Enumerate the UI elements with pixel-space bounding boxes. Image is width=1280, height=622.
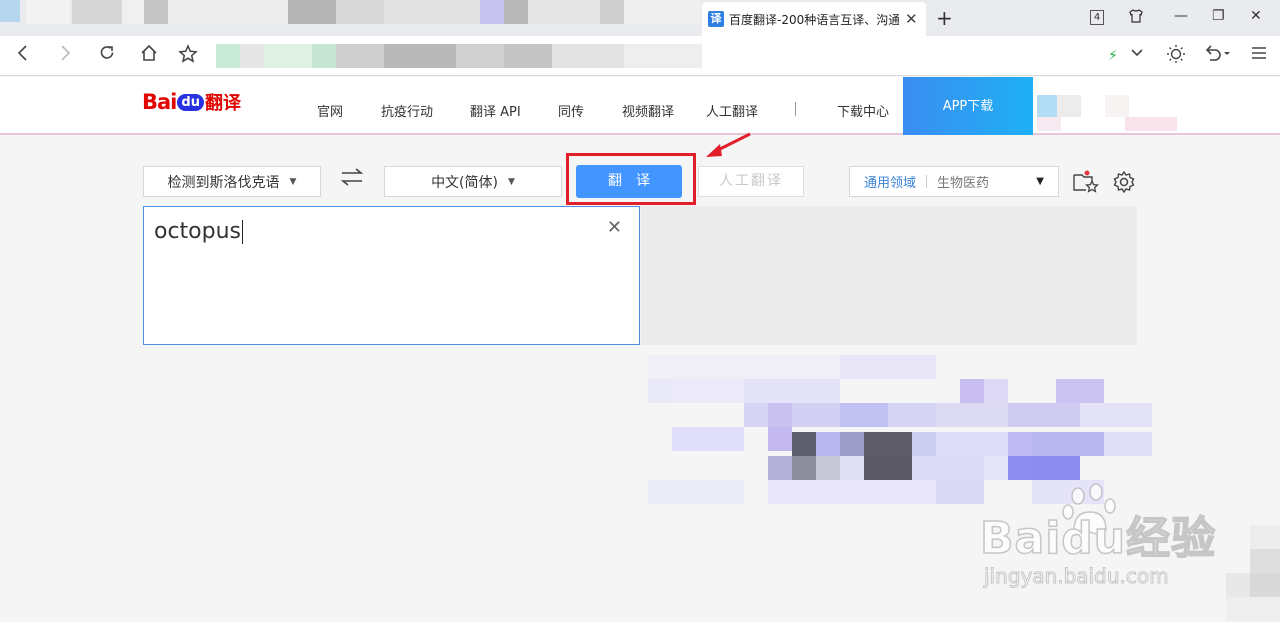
nav-link-official[interactable]: 官网 (317, 101, 343, 120)
theme-icon[interactable] (1166, 44, 1186, 69)
minimize-icon[interactable]: — (1174, 8, 1188, 24)
back-icon[interactable] (14, 44, 32, 67)
swap-languages-icon[interactable] (340, 167, 364, 193)
blurred-corner (1226, 525, 1280, 622)
forward-icon[interactable] (56, 44, 74, 67)
site-header: Bai du 翻译 官网 抗疫行动 翻译 API 同传 视频翻译 人工翻译 下载… (0, 77, 1280, 135)
chevron-down-icon[interactable] (1130, 46, 1144, 64)
translation-output (641, 206, 1137, 345)
settings-gear-icon[interactable] (1112, 170, 1136, 194)
caret-down-icon: ▼ (289, 176, 297, 187)
watermark-brand: Baidu经验 (979, 512, 1217, 565)
browser-tab-bar: 译 百度翻译-200种语言互译、沟通 ✕ + 4 — ❐ ✕ (0, 0, 1280, 36)
domain-general[interactable]: 通用领域 (864, 172, 916, 191)
nav-link-human[interactable]: 人工翻译 (706, 101, 758, 120)
new-tab-icon[interactable]: + (936, 6, 953, 30)
reload-icon[interactable] (98, 44, 116, 67)
nav-divider (795, 102, 796, 116)
nav-link-download[interactable]: 下载中心 (837, 101, 889, 120)
undo-icon[interactable] (1204, 44, 1230, 67)
home-icon[interactable] (140, 44, 158, 67)
target-language-label: 中文(简体) (431, 174, 498, 191)
source-language-select[interactable]: 检测到斯洛伐克语 ▼ (143, 166, 321, 197)
blurred-user-area (1037, 95, 1177, 135)
annotation-highlight-box (566, 153, 696, 205)
blurred-tabs (0, 0, 700, 36)
shirt-icon[interactable] (1128, 8, 1144, 28)
star-icon[interactable] (178, 44, 198, 69)
restore-icon[interactable]: ❐ (1212, 8, 1225, 24)
source-text-value: octopus (154, 219, 244, 244)
human-translation-button[interactable]: 人工翻译 (698, 166, 804, 197)
caret-down-icon: ▼ (1036, 176, 1044, 187)
watermark-url: jingyan.baidu.com (984, 564, 1170, 589)
app-download-button[interactable]: APP下载 (903, 77, 1033, 135)
annotation-arrow (706, 132, 751, 157)
tab-close-icon[interactable]: ✕ (905, 10, 918, 28)
nav-link-epidemic[interactable]: 抗疫行动 (381, 101, 433, 120)
nav-link-video[interactable]: 视频翻译 (622, 101, 674, 120)
bolt-icon[interactable]: ⚡ (1108, 48, 1118, 64)
browser-nav-bar: ⚡ (0, 36, 1280, 76)
close-window-icon[interactable]: ✕ (1250, 8, 1262, 24)
target-language-select[interactable]: 中文(简体) ▼ (384, 166, 562, 197)
source-language-label: 检测到斯洛伐克语 (167, 174, 280, 191)
baidu-fanyi-logo[interactable]: Bai du 翻译 (142, 89, 241, 115)
source-text-input[interactable]: octopus ✕ (143, 206, 640, 345)
tab-title: 百度翻译-200种语言互译、沟通 (729, 12, 899, 27)
nav-link-api[interactable]: 翻译 API (470, 101, 521, 120)
translate-favicon-icon: 译 (708, 11, 724, 27)
logo-fanyi: 翻译 (204, 93, 241, 114)
caret-down-icon: ▼ (508, 176, 515, 187)
nav-link-interpretation[interactable]: 同传 (558, 101, 584, 120)
domain-divider (926, 175, 928, 188)
domain-specific[interactable]: 生物医药 (937, 172, 989, 191)
menu-icon[interactable] (1250, 44, 1268, 67)
logo-du: du (177, 93, 204, 111)
address-bar[interactable]: ⚡ (212, 40, 1158, 72)
baidu-jingyan-watermark: Baidu经验 jingyan.baidu.com (979, 478, 1240, 598)
domain-select[interactable]: 通用领域 生物医药 ▼ (849, 166, 1059, 197)
clear-input-icon[interactable]: ✕ (607, 217, 622, 238)
tab-counter[interactable]: 4 (1090, 10, 1104, 25)
logo-bai: Bai (142, 90, 177, 114)
active-tab[interactable]: 译 百度翻译-200种语言互译、沟通 ✕ (702, 2, 926, 36)
blurred-url (212, 44, 702, 72)
favorites-star-icon[interactable] (1072, 170, 1100, 194)
